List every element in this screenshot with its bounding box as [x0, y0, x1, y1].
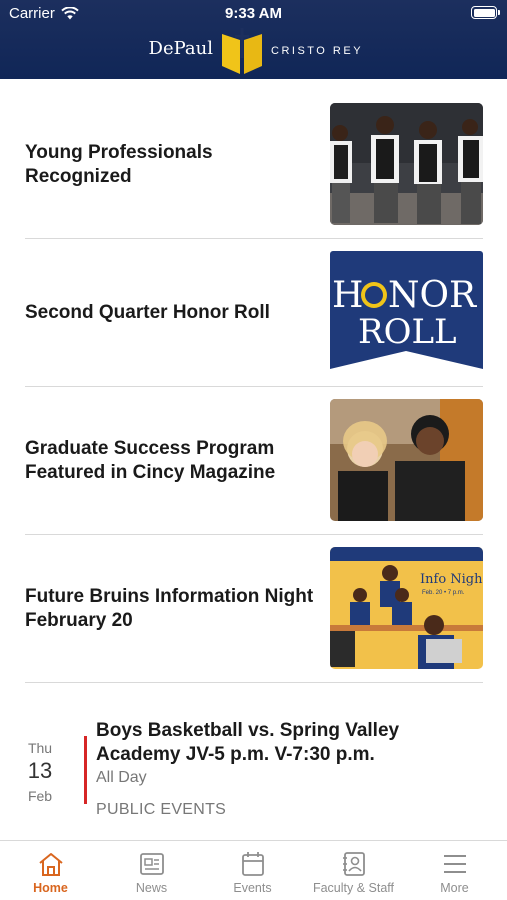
- logo-text-depaul: DePaul: [148, 38, 213, 59]
- news-title: Future Bruins Information Night February…: [25, 586, 314, 631]
- news-title: Second Quarter Honor Roll: [25, 302, 270, 323]
- news-thumbnail-honor-roll: H NOR ROLL: [330, 251, 483, 373]
- contact-card-icon: [343, 852, 365, 876]
- tab-label: News: [135, 881, 168, 895]
- honor-text-h: H: [332, 275, 363, 316]
- news-item[interactable]: Graduate Success Program Featured in Cin…: [25, 387, 483, 535]
- tab-label: Faculty & Staff: [312, 881, 395, 895]
- home-icon: [39, 853, 63, 876]
- flyer-date-text: Feb. 20 • 7 p.m.: [422, 590, 465, 596]
- status-bar: Carrier 9:33 AM: [0, 0, 507, 26]
- tab-label: Events: [233, 881, 272, 895]
- event-category-bar: [84, 736, 87, 804]
- battery-icon: [471, 6, 500, 19]
- event-time: All Day: [96, 769, 147, 786]
- tab-events[interactable]: Events: [202, 841, 303, 900]
- news-item[interactable]: Young Professionals Recognized: [25, 91, 483, 239]
- event-day-of-week: Thu: [27, 740, 53, 756]
- calendar-icon: [242, 852, 264, 876]
- bottom-tab-bar: Home News Events Faculty & Staff More: [0, 840, 507, 900]
- book-cross-logo-icon: [222, 28, 262, 74]
- news-thumbnail-info-night: Info Nigh Feb. 20 • 7 p.m.: [330, 547, 483, 669]
- event-title: Boys Basketball vs. Spring Valley Academ…: [96, 720, 400, 765]
- event-month: Feb: [27, 788, 53, 804]
- divider: [25, 682, 483, 683]
- news-item[interactable]: Future Bruins Information Night February…: [25, 535, 483, 683]
- news-thumbnail-students: [330, 103, 483, 225]
- news-icon: [140, 853, 164, 875]
- honor-text-roll: ROLL: [358, 312, 457, 352]
- news-title: Graduate Success Program Featured in Cin…: [25, 438, 276, 483]
- app-header: Carrier 9:33 AM DePaul CRISTO REY: [0, 0, 507, 79]
- school-logo: DePaul CRISTO REY: [0, 28, 507, 74]
- news-title: Young Professionals Recognized: [25, 142, 213, 187]
- tab-label: Home: [33, 881, 68, 895]
- event-category: PUBLIC EVENTS: [96, 801, 227, 818]
- flyer-title-text: Info Nigh: [420, 572, 483, 587]
- tab-news[interactable]: News: [101, 841, 202, 900]
- menu-icon: [444, 855, 466, 873]
- tab-home[interactable]: Home: [0, 841, 101, 900]
- news-thumbnail-graduates: [330, 399, 483, 521]
- tab-label: More: [440, 881, 469, 895]
- honor-text-nor: NOR: [388, 275, 477, 316]
- tab-more[interactable]: More: [404, 841, 505, 900]
- event-day-number: 13: [27, 758, 53, 783]
- news-item[interactable]: Second Quarter Honor Roll H NOR ROLL: [25, 239, 483, 387]
- event-item[interactable]: Thu 13 Feb Boys Basketball vs. Spring Va…: [25, 706, 495, 834]
- clock: 9:33 AM: [225, 5, 282, 22]
- tab-faculty-staff[interactable]: Faculty & Staff: [303, 841, 404, 900]
- logo-text-cristo-rey: CRISTO REY: [271, 45, 364, 57]
